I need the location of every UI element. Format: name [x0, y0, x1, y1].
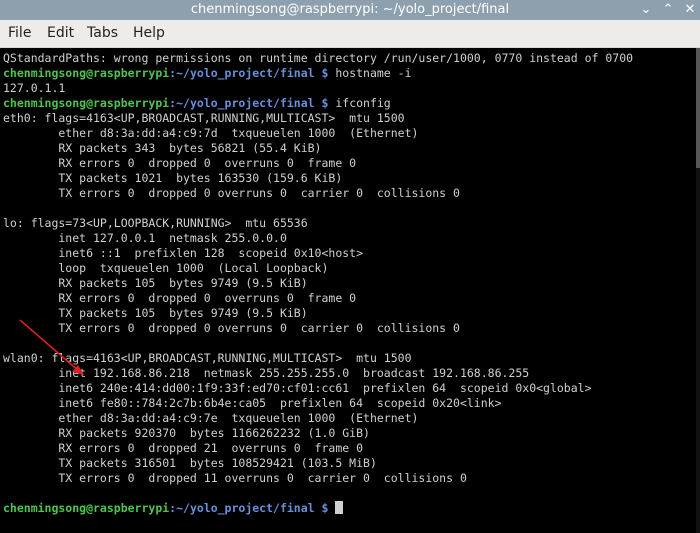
- terminal-line: loop txqueuelen 1000 (Local Loopback): [3, 261, 329, 275]
- menu-bar: File Edit Tabs Help: [0, 20, 700, 48]
- terminal-prompt-line: chenmingsong@raspberrypi:~/yolo_project/…: [3, 96, 391, 110]
- terminal-output[interactable]: QStandardPaths: wrong permissions on run…: [0, 48, 700, 533]
- terminal-cursor: [335, 501, 344, 514]
- terminal-line: TX errors 0 dropped 0 overruns 0 carrier…: [3, 321, 460, 335]
- terminal-line: TX packets 1021 bytes 163530 (159.6 KiB): [3, 171, 343, 185]
- maximize-icon[interactable]: ⌃: [660, 2, 676, 18]
- terminal-line: TX errors 0 dropped 0 overruns 0 carrier…: [3, 186, 460, 200]
- menu-help[interactable]: Help: [133, 20, 165, 47]
- terminal-line: ether d8:3a:dd:a4:c9:7d txqueuelen 1000 …: [3, 126, 419, 140]
- window-title: chenmingsong@raspberrypi: ~/yolo_project…: [190, 2, 510, 17]
- terminal-line: TX errors 0 dropped 11 overruns 0 carrie…: [3, 471, 467, 485]
- terminal-line: RX errors 0 dropped 0 overruns 0 frame 0: [3, 291, 357, 305]
- terminal-scrollbar-thumb[interactable]: [696, 48, 700, 168]
- terminal-line: RX errors 0 dropped 21 overruns 0 frame …: [3, 441, 364, 455]
- terminal-line: TX packets 316501 bytes 108529421 (103.5…: [3, 456, 377, 470]
- close-icon[interactable]: ✕: [682, 2, 698, 18]
- minimize-icon[interactable]: ⌄: [638, 2, 654, 18]
- terminal-prompt-line: chenmingsong@raspberrypi:~/yolo_project/…: [3, 500, 344, 516]
- menu-tabs[interactable]: Tabs: [87, 20, 118, 47]
- window-titlebar: chenmingsong@raspberrypi: ~/yolo_project…: [0, 0, 700, 20]
- terminal-line: eth0: flags=4163<UP,BROADCAST,RUNNING,MU…: [3, 111, 405, 125]
- terminal-line: wlan0: flags=4163<UP,BROADCAST,RUNNING,M…: [3, 351, 412, 365]
- terminal-line: TX packets 105 bytes 9749 (9.5 KiB): [3, 306, 308, 320]
- terminal-line: inet6 ::1 prefixlen 128 scopeid 0x10<hos…: [3, 246, 364, 260]
- terminal-line: inet6 fe80::784:2c7b:6b4e:ca05 prefixlen…: [3, 396, 502, 410]
- terminal-line: inet 127.0.0.1 netmask 255.0.0.0: [3, 231, 287, 245]
- terminal-line: RX packets 105 bytes 9749 (9.5 KiB): [3, 276, 308, 290]
- terminal-line-wlan0-inet: inet 192.168.86.218 netmask 255.255.255.…: [3, 366, 530, 380]
- terminal-line: RX packets 920370 bytes 1166262232 (1.0 …: [3, 426, 370, 440]
- terminal-line: lo: flags=73<UP,LOOPBACK,RUNNING> mtu 65…: [3, 216, 308, 230]
- terminal-line: QStandardPaths: wrong permissions on run…: [3, 51, 634, 65]
- terminal-prompt-line: chenmingsong@raspberrypi:~/yolo_project/…: [3, 66, 412, 80]
- menu-file[interactable]: File: [8, 20, 31, 47]
- terminal-line: ether d8:3a:dd:a4:c9:7e txqueuelen 1000 …: [3, 411, 419, 425]
- terminal-line: 127.0.1.1: [3, 81, 66, 95]
- menu-edit[interactable]: Edit: [47, 20, 74, 47]
- terminal-line: inet6 240e:414:dd00:1f9:33f:ed70:cf01:cc…: [3, 381, 592, 395]
- terminal-line: RX packets 343 bytes 56821 (55.4 KiB): [3, 141, 322, 155]
- terminal-line: RX errors 0 dropped 0 overruns 0 frame 0: [3, 156, 357, 170]
